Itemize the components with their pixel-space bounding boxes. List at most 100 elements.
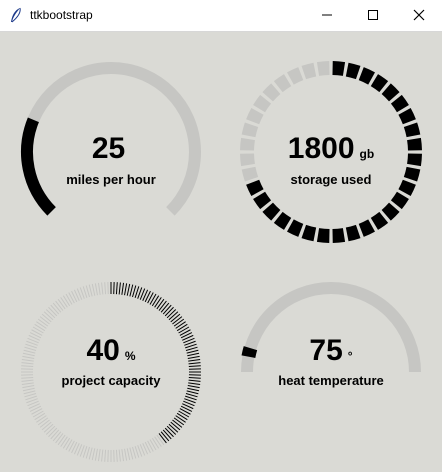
maximize-button[interactable] <box>350 0 396 31</box>
meter-stripe <box>48 306 58 317</box>
meter-stripe-filled <box>175 321 186 329</box>
meters-panel: 25 miles per hour 1800 gb storage used 40… <box>0 32 442 472</box>
meter-stripe-filled <box>168 311 179 321</box>
meter-segment-filled <box>301 224 317 242</box>
meter-stripe <box>88 447 93 460</box>
meter-stripe <box>104 449 107 462</box>
meter-stripe <box>85 446 90 459</box>
meter-stripe <box>101 282 104 295</box>
meter-stripe-filled <box>160 431 170 442</box>
close-icon <box>413 9 425 21</box>
meter-segment <box>262 83 281 102</box>
meter-stripe-filled <box>176 323 188 332</box>
meter-stripe <box>115 449 118 462</box>
title-bar[interactable]: ttkbootstrap <box>0 0 442 32</box>
meter-stripe <box>57 298 66 310</box>
meter-stripe <box>36 415 47 423</box>
meter-stripe <box>55 300 64 311</box>
meter-stripe <box>62 437 71 449</box>
meter-stripe-filled <box>132 285 137 298</box>
meter-segment-filled <box>345 224 361 242</box>
meter-stripe <box>151 437 160 449</box>
meter-segment-filled <box>332 228 346 243</box>
meter-stripe-filled <box>166 309 177 319</box>
meter-stripe <box>37 318 49 327</box>
meter-stripe <box>52 431 62 442</box>
meter-stripe <box>39 419 50 428</box>
speed-value: 25 <box>91 132 126 165</box>
meter-stripe <box>50 304 60 315</box>
meter-segment-filled <box>253 191 272 210</box>
capacity-meter[interactable]: 40% project capacity <box>11 272 211 472</box>
meter-stripe <box>97 282 101 295</box>
meter-segment-filled <box>370 74 389 93</box>
minimize-icon <box>322 14 332 16</box>
meter-stripe-filled <box>118 282 121 295</box>
meter-stripe <box>91 283 96 296</box>
meter-stripe <box>91 448 96 461</box>
meter-stripe <box>48 427 58 438</box>
meter-stripe-filled <box>126 283 131 296</box>
meter-stripe <box>129 447 134 460</box>
meter-stripe <box>57 434 66 446</box>
meter-stripe <box>37 417 49 426</box>
meter-segment-filled <box>273 211 292 230</box>
minimize-button[interactable] <box>304 0 350 31</box>
storage-value: 1800 <box>287 132 355 165</box>
meter-stripe-filled <box>129 284 134 297</box>
meter-stripe-filled <box>124 283 128 296</box>
meter-segment <box>301 62 317 80</box>
meter-stripe <box>41 313 52 323</box>
meter-stripe <box>22 387 35 392</box>
meter-segment-filled <box>345 62 361 80</box>
meter-stripe-filled <box>186 390 199 395</box>
meter-segment <box>316 61 330 76</box>
feather-icon <box>11 7 21 23</box>
close-button[interactable] <box>396 0 442 31</box>
meter-stripe <box>39 316 50 325</box>
meter-stripe-filled <box>151 295 160 307</box>
meter-segment <box>246 108 264 125</box>
meter-segment-filled <box>381 83 400 102</box>
meter-stripe-filled <box>178 410 190 418</box>
meter-stripe-filled <box>164 306 174 317</box>
meter-stripe <box>85 285 90 298</box>
meter-stripe-filled <box>160 302 170 313</box>
meter-stripe-filled <box>185 393 198 398</box>
speed-meter[interactable]: 25 miles per hour <box>11 52 211 252</box>
meter-segment <box>253 94 272 113</box>
meter-stripe <box>60 436 68 447</box>
meter-stripe <box>104 282 107 295</box>
app-window: ttkbootstrap 25 miles per hour 1800 gb st… <box>0 0 442 472</box>
heat-label: heat temperature <box>278 373 384 388</box>
heat-value: 75 <box>309 334 343 367</box>
meter-stripe-filled <box>176 412 188 421</box>
meter-stripe-filled <box>158 433 167 444</box>
meter-stripe-filled <box>149 293 157 305</box>
meter-stripe <box>52 302 62 313</box>
meter-stripe <box>118 449 121 462</box>
meter-stripe <box>121 449 125 462</box>
capacity-dial <box>21 282 201 462</box>
meter-stripe <box>88 284 93 297</box>
storage-meter[interactable]: 1800 gb storage used <box>231 52 431 252</box>
meter-segment <box>287 67 304 85</box>
meter-stripe <box>60 297 68 308</box>
heat-meter[interactable]: 75 ° heat temperature <box>231 272 431 472</box>
meter-stripe <box>45 309 56 319</box>
meter-segment-filled <box>358 219 375 237</box>
meter-stripe <box>65 293 73 305</box>
speed-label: miles per hour <box>66 172 156 187</box>
meter-stripe <box>97 449 101 462</box>
meter-stripe <box>62 295 71 307</box>
meter-stripe-filled <box>173 318 185 327</box>
meter-stripe <box>34 323 46 332</box>
meter-stripe-filled <box>164 427 174 438</box>
heat-unit: ° <box>347 349 353 363</box>
capacity-value: 40 <box>86 334 120 367</box>
meter-segment-filled <box>332 61 346 76</box>
meter-stripe-filled <box>187 387 200 392</box>
meter-stripe <box>156 434 165 446</box>
meter-stripe-filled <box>115 282 118 295</box>
meter-stripe-filled <box>175 415 186 423</box>
